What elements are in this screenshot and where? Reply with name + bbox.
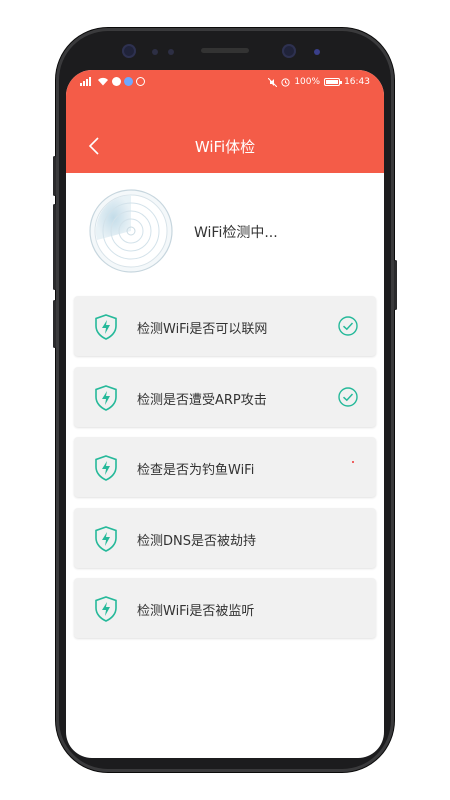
battery-icon: [324, 78, 343, 86]
shield-bolt-icon: [95, 314, 117, 340]
phone-top-hardware: [56, 28, 394, 72]
phone-frame: 100% 16:43 WiFi体检 WiFi检测中... 检测WiFi是否可以联…: [53, 28, 397, 772]
app-notification-icon: [124, 77, 133, 86]
check-item-sniffing[interactable]: 检测WiFi是否被监听: [74, 578, 376, 638]
check-item-label: 检测是否遭受ARP攻击: [137, 392, 267, 408]
check-item-label: 检测DNS是否被劫持: [137, 533, 256, 549]
check-item-label: 检查是否为钓鱼WiFi: [137, 463, 255, 478]
scan-status-text: WiFi检测中...: [194, 225, 278, 241]
check-item-phishing[interactable]: 检查是否为钓鱼WiFi: [74, 437, 376, 497]
shield-notification-icon: [136, 77, 145, 86]
front-camera: [282, 44, 296, 58]
page-title: WiFi体检: [194, 138, 256, 156]
earpiece-speaker: [201, 48, 249, 53]
check-circle-icon: [338, 316, 358, 336]
volume-up-button: [53, 156, 56, 196]
sensor-dot: [152, 49, 158, 55]
check-list: 检测WiFi是否可以联网 检测是否遭受ARP攻击 检查是否为钓鱼WiFi 检测D…: [74, 296, 376, 649]
screen: 100% 16:43 WiFi体检 WiFi检测中... 检测WiFi是否可以联…: [66, 70, 384, 758]
status-time: 16:43: [344, 77, 370, 87]
status-bar: 100% 16:43: [66, 70, 384, 96]
battery-percent: 100%: [294, 77, 321, 87]
volume-down-button: [53, 204, 56, 290]
signal-icon: [80, 77, 94, 86]
status-icons-left: [80, 77, 145, 86]
alarm-icon: [281, 77, 290, 87]
iris-scanner: [122, 44, 136, 58]
shield-bolt-icon: [95, 455, 117, 481]
shield-bolt-icon: [95, 525, 117, 552]
status-icons-right: 100% 16:43: [268, 77, 370, 87]
power-button: [394, 260, 397, 310]
app-header: 100% 16:43 WiFi体检: [66, 70, 384, 173]
loading-indicator: [352, 461, 354, 463]
sensor-dot: [168, 49, 174, 55]
check-circle-icon: [338, 386, 358, 407]
app-notification-icon: [112, 77, 121, 86]
check-item-arp[interactable]: 检测是否遭受ARP攻击: [74, 366, 376, 427]
check-item-dns[interactable]: 检测DNS是否被劫持: [74, 507, 376, 568]
shield-bolt-icon: [95, 596, 117, 622]
radar-icon: [89, 189, 173, 273]
bixby-button: [53, 300, 56, 348]
shield-bolt-icon: [95, 384, 117, 411]
mute-icon: [268, 77, 278, 87]
check-item-label: 检测WiFi是否可以联网: [137, 322, 268, 337]
check-item-internet[interactable]: 检测WiFi是否可以联网: [74, 296, 376, 356]
sensor-dot: [314, 49, 320, 55]
check-item-label: 检测WiFi是否被监听: [137, 604, 255, 619]
nav-bar: WiFi体检: [66, 126, 384, 166]
wifi-icon: [98, 77, 108, 86]
